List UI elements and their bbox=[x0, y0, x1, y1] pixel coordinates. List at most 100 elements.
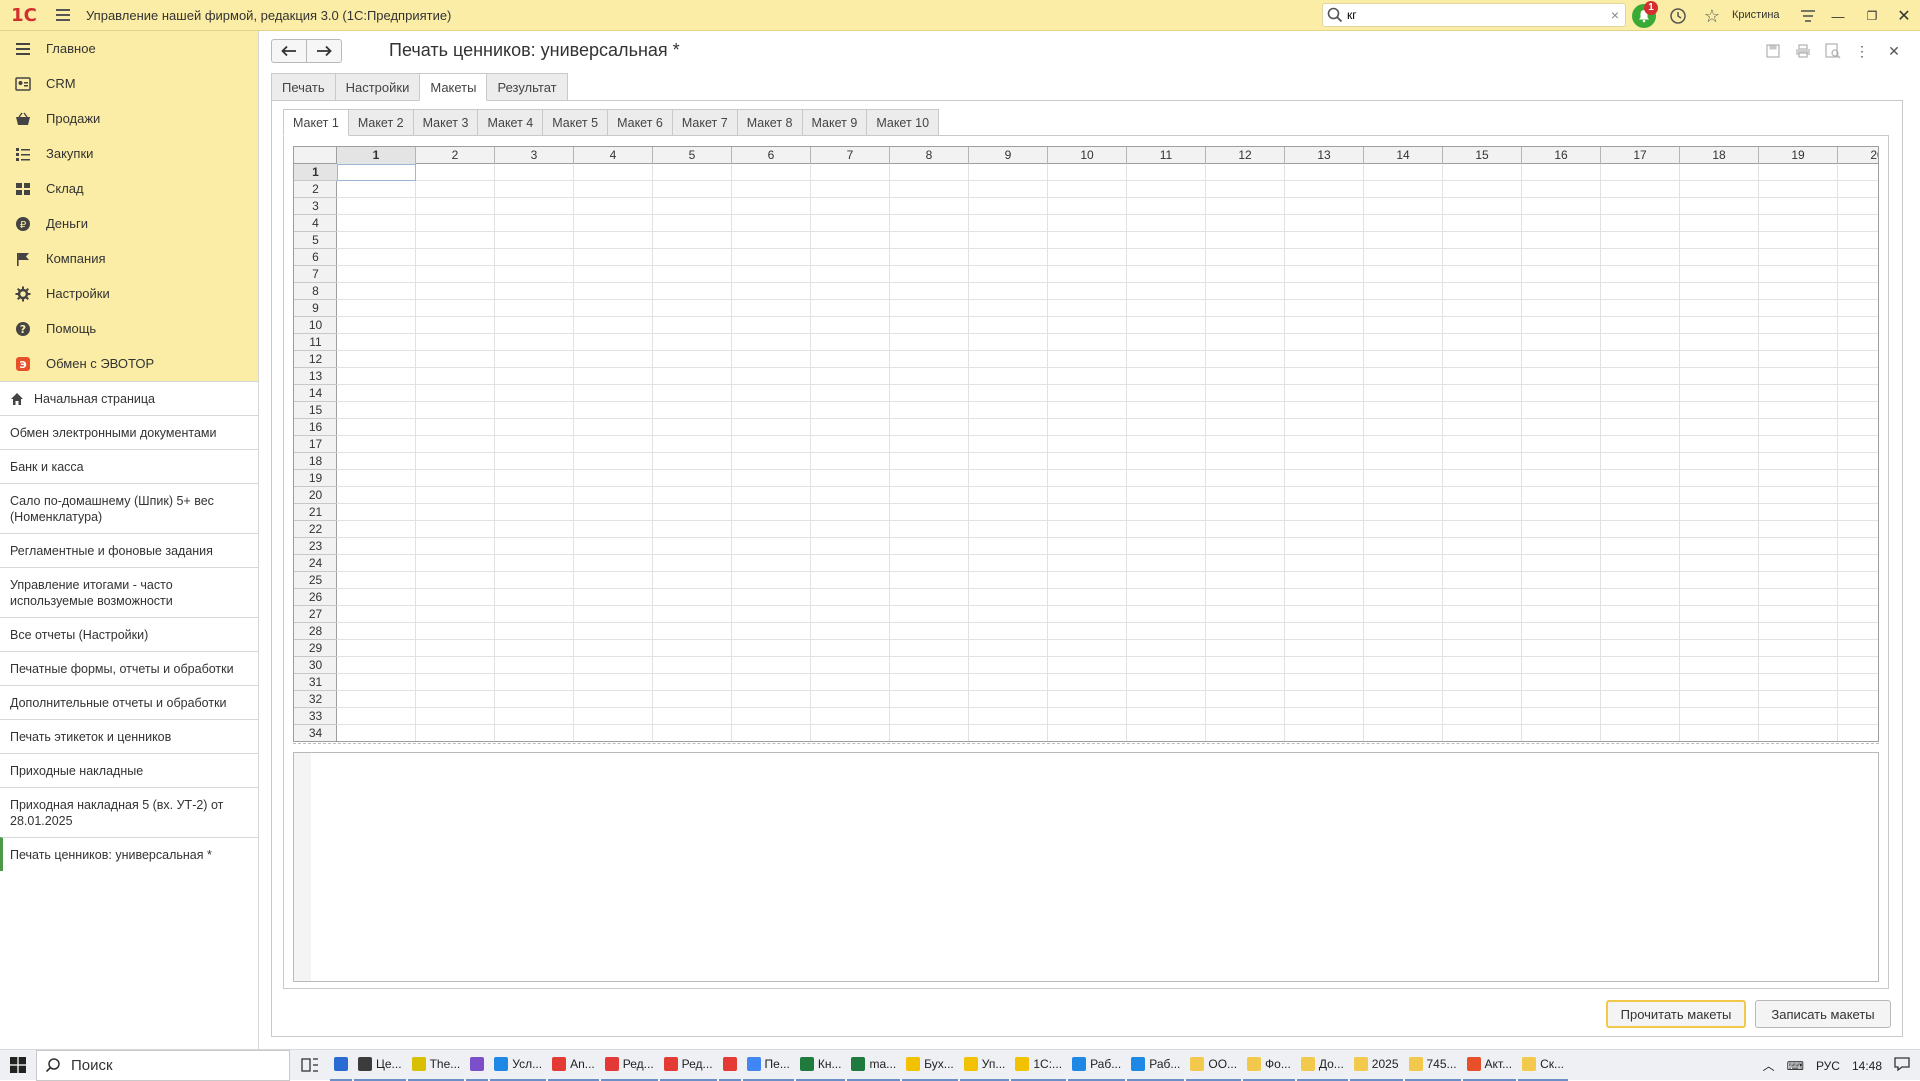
column-header[interactable]: 4 bbox=[574, 147, 653, 164]
task-view-icon[interactable] bbox=[290, 1057, 330, 1073]
open-window-item[interactable]: Обмен электронными документами bbox=[0, 415, 258, 449]
more-actions-icon[interactable]: ⋮ bbox=[1852, 41, 1872, 61]
column-header[interactable]: 8 bbox=[890, 147, 969, 164]
row-header[interactable]: 7 bbox=[294, 266, 337, 283]
home-page-item[interactable]: Начальная страница bbox=[0, 381, 258, 415]
user-name[interactable]: Кристина bbox=[1732, 9, 1780, 21]
open-window-item[interactable]: Управление итогами - часто используемые … bbox=[0, 567, 258, 617]
taskbar-app[interactable]: An... bbox=[548, 1050, 599, 1081]
column-header[interactable]: 17 bbox=[1601, 147, 1680, 164]
row-header[interactable]: 30 bbox=[294, 657, 337, 674]
row-header[interactable]: 8 bbox=[294, 283, 337, 300]
open-window-item[interactable]: Приходные накладные bbox=[0, 753, 258, 787]
section-item[interactable]: Закупки bbox=[0, 136, 258, 171]
section-item[interactable]: Настройки bbox=[0, 276, 258, 311]
taskbar-app[interactable]: Ред... bbox=[600, 1050, 658, 1081]
spreadsheet-document[interactable]: 1234567891011121314151617181920 12345678… bbox=[293, 146, 1879, 742]
open-window-item[interactable]: Дополнительные отчеты и обработки bbox=[0, 685, 258, 719]
search-input[interactable] bbox=[1347, 5, 1605, 25]
section-item[interactable]: Склад bbox=[0, 171, 258, 206]
row-header[interactable]: 15 bbox=[294, 402, 337, 419]
row-header[interactable]: 32 bbox=[294, 691, 337, 708]
open-window-item[interactable]: Печатные формы, отчеты и обработки bbox=[0, 651, 258, 685]
row-header[interactable]: 6 bbox=[294, 249, 337, 266]
restore-icon[interactable]: ❐ bbox=[1860, 4, 1884, 28]
open-window-item[interactable]: Приходная накладная 5 (вх. УТ-2) от 28.0… bbox=[0, 787, 258, 837]
layout-tab-4[interactable]: Макет 4 bbox=[477, 109, 544, 136]
taskbar-app[interactable]: Пе... bbox=[742, 1050, 794, 1081]
row-header[interactable]: 17 bbox=[294, 436, 337, 453]
taskbar-app[interactable]: ma... bbox=[847, 1050, 901, 1081]
taskbar-app[interactable] bbox=[466, 1050, 489, 1081]
taskbar-app[interactable]: Бух... bbox=[902, 1050, 958, 1081]
column-header[interactable]: 10 bbox=[1048, 147, 1127, 164]
row-header[interactable]: 12 bbox=[294, 351, 337, 368]
open-window-item[interactable]: Регламентные и фоновые задания bbox=[0, 533, 258, 567]
row-header[interactable]: 28 bbox=[294, 623, 337, 640]
taskbar-app[interactable]: Раб... bbox=[1068, 1050, 1126, 1081]
section-item[interactable]: Продажи bbox=[0, 101, 258, 136]
sheet-corner[interactable] bbox=[294, 147, 337, 164]
row-header[interactable]: 29 bbox=[294, 640, 337, 657]
main-menu-icon[interactable] bbox=[48, 9, 78, 21]
layout-tab-9[interactable]: Макет 9 bbox=[801, 109, 868, 136]
column-header[interactable]: 2 bbox=[416, 147, 495, 164]
layout-tab-10[interactable]: Макет 10 bbox=[866, 109, 940, 136]
row-header[interactable]: 26 bbox=[294, 589, 337, 606]
tray-expand-icon[interactable]: ︿ bbox=[1763, 1057, 1775, 1074]
settings-menu-icon[interactable] bbox=[1796, 4, 1820, 28]
layout-tab-3[interactable]: Макет 3 bbox=[412, 109, 479, 136]
open-window-item[interactable]: Печать ценников: универсальная * bbox=[0, 837, 258, 871]
layout-tab-6[interactable]: Макет 6 bbox=[607, 109, 673, 136]
global-search[interactable]: × bbox=[1322, 3, 1626, 27]
write-layouts-button[interactable]: Записать макеты bbox=[1755, 1000, 1891, 1028]
row-header[interactable]: 27 bbox=[294, 606, 337, 623]
tab-4[interactable]: Результат bbox=[486, 73, 568, 101]
row-header[interactable]: 23 bbox=[294, 538, 337, 555]
notifications-center-icon[interactable] bbox=[1894, 1056, 1910, 1075]
column-header[interactable]: 3 bbox=[495, 147, 574, 164]
taskbar-app[interactable]: 2025 bbox=[1349, 1050, 1403, 1081]
layout-tab-2[interactable]: Макет 2 bbox=[347, 109, 414, 136]
taskbar-app[interactable]: Ред... bbox=[659, 1050, 717, 1081]
taskbar-app[interactable]: 1С:... bbox=[1011, 1050, 1067, 1081]
layout-tab-8[interactable]: Макет 8 bbox=[736, 109, 803, 136]
selected-cell[interactable] bbox=[337, 164, 416, 181]
row-header[interactable]: 5 bbox=[294, 232, 337, 249]
row-header[interactable]: 16 bbox=[294, 419, 337, 436]
windows-start-icon[interactable] bbox=[0, 1050, 36, 1081]
row-header[interactable]: 1 bbox=[294, 164, 337, 181]
column-header[interactable]: 20 bbox=[1838, 147, 1878, 164]
row-header[interactable]: 18 bbox=[294, 453, 337, 470]
tab-2[interactable]: Настройки bbox=[334, 73, 421, 101]
section-item[interactable]: ₽ Деньги bbox=[0, 206, 258, 241]
layout-tab-1[interactable]: Макет 1 bbox=[283, 109, 349, 136]
preview-icon[interactable] bbox=[1823, 41, 1843, 61]
column-header[interactable]: 9 bbox=[969, 147, 1048, 164]
taskbar-app[interactable]: The... bbox=[407, 1050, 465, 1081]
read-layouts-button[interactable]: Прочитать макеты bbox=[1606, 1000, 1746, 1028]
section-item[interactable]: Главное bbox=[0, 31, 258, 66]
clear-search-icon[interactable]: × bbox=[1605, 7, 1625, 23]
row-header[interactable]: 25 bbox=[294, 572, 337, 589]
layout-tab-7[interactable]: Макет 7 bbox=[671, 109, 738, 136]
taskbar-app[interactable]: Усл... bbox=[490, 1050, 547, 1081]
open-window-item[interactable]: Все отчеты (Настройки) bbox=[0, 617, 258, 651]
forward-button[interactable] bbox=[306, 39, 342, 63]
taskbar-app[interactable] bbox=[718, 1050, 741, 1081]
column-header[interactable]: 13 bbox=[1285, 147, 1364, 164]
column-header[interactable]: 18 bbox=[1680, 147, 1759, 164]
taskbar-app[interactable]: 745... bbox=[1404, 1050, 1461, 1081]
row-header[interactable]: 19 bbox=[294, 470, 337, 487]
back-button[interactable] bbox=[271, 39, 307, 63]
column-header[interactable]: 15 bbox=[1443, 147, 1522, 164]
open-window-item[interactable]: Печать этикеток и ценников bbox=[0, 719, 258, 753]
column-header[interactable]: 5 bbox=[653, 147, 732, 164]
taskbar-app[interactable]: ОО... bbox=[1186, 1050, 1242, 1081]
layout-tab-5[interactable]: Макет 5 bbox=[542, 109, 609, 136]
column-header[interactable]: 6 bbox=[732, 147, 811, 164]
history-icon[interactable] bbox=[1666, 4, 1690, 28]
row-header[interactable]: 9 bbox=[294, 300, 337, 317]
tab-3[interactable]: Макеты bbox=[419, 73, 488, 101]
open-window-item[interactable]: Сало по-домашнему (Шпик) 5+ вес (Номенкл… bbox=[0, 483, 258, 533]
